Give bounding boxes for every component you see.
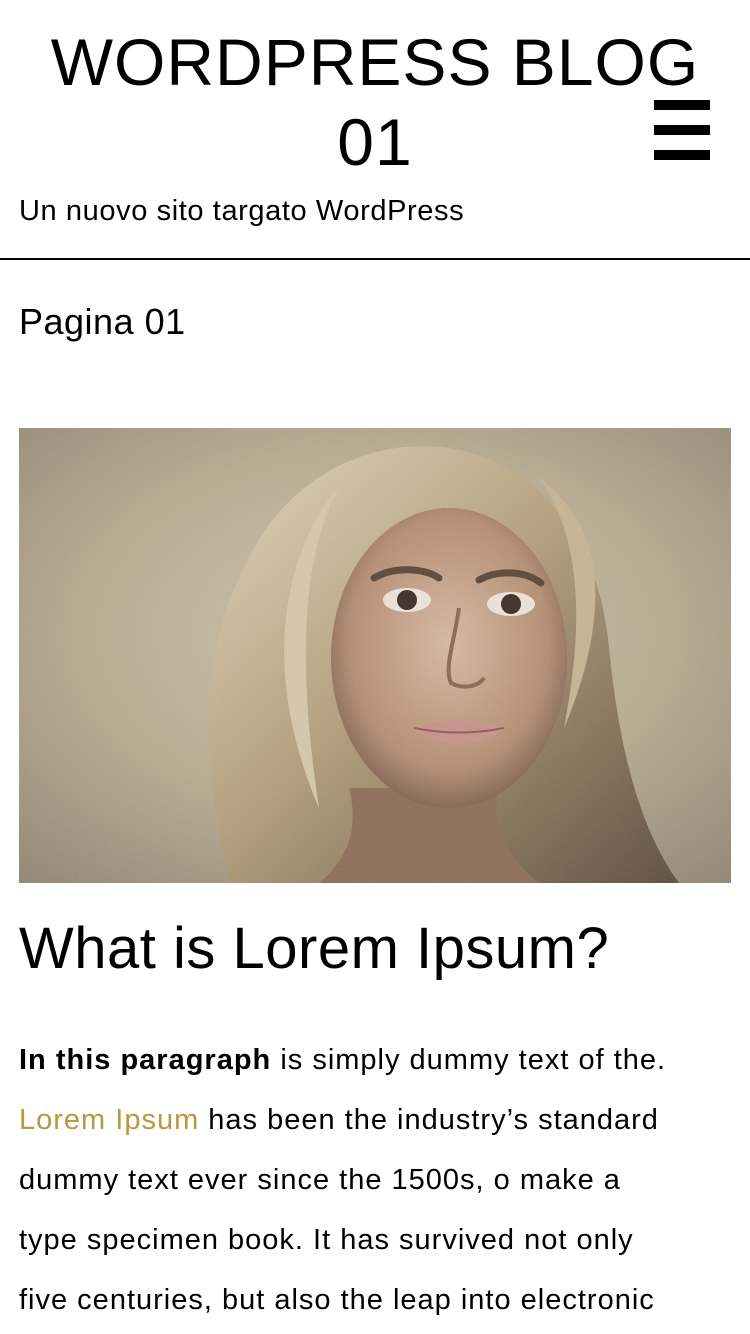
paragraph-line-2-text: has been the industry’s standard [199, 1104, 659, 1136]
site-title-line-2[interactable]: 01 [0, 102, 750, 182]
site-header: WORDPRESS BLOG 01 Un nuovo sito targato … [0, 0, 750, 260]
paragraph-line-2: Lorem Ipsum has been the industry’s stan… [19, 1090, 731, 1150]
site-tagline: Un nuovo sito targato WordPress [19, 195, 465, 227]
paragraph-line-1-text: is simply dummy text of the. [271, 1044, 667, 1076]
post-paragraph: In this paragraph is simply dummy text o… [19, 1030, 731, 1330]
paragraph-line-5: five centuries, but also the leap into e… [19, 1284, 655, 1316]
page-title: Pagina 01 [19, 301, 186, 342]
menu-bar [654, 125, 710, 135]
lorem-ipsum-link[interactable]: Lorem Ipsum [19, 1104, 199, 1136]
paragraph-line-4: type specimen book. It has survived not … [19, 1224, 634, 1256]
paragraph-line-1: In this paragraph is simply dummy text o… [19, 1030, 731, 1090]
paragraph-bold-lead: In this paragraph [19, 1044, 272, 1076]
post-heading: What is Lorem Ipsum? [19, 916, 610, 981]
site-title-line-1[interactable]: WORDPRESS BLOG [0, 22, 750, 102]
menu-bar [654, 150, 710, 160]
menu-bar [654, 100, 710, 110]
featured-image [19, 428, 731, 883]
paragraph-line-3: dummy text ever since the 1500s, o make … [19, 1164, 621, 1196]
portrait-illustration [19, 428, 731, 883]
site-title[interactable]: WORDPRESS BLOG 01 [0, 22, 750, 182]
hamburger-menu-icon[interactable] [654, 100, 710, 160]
